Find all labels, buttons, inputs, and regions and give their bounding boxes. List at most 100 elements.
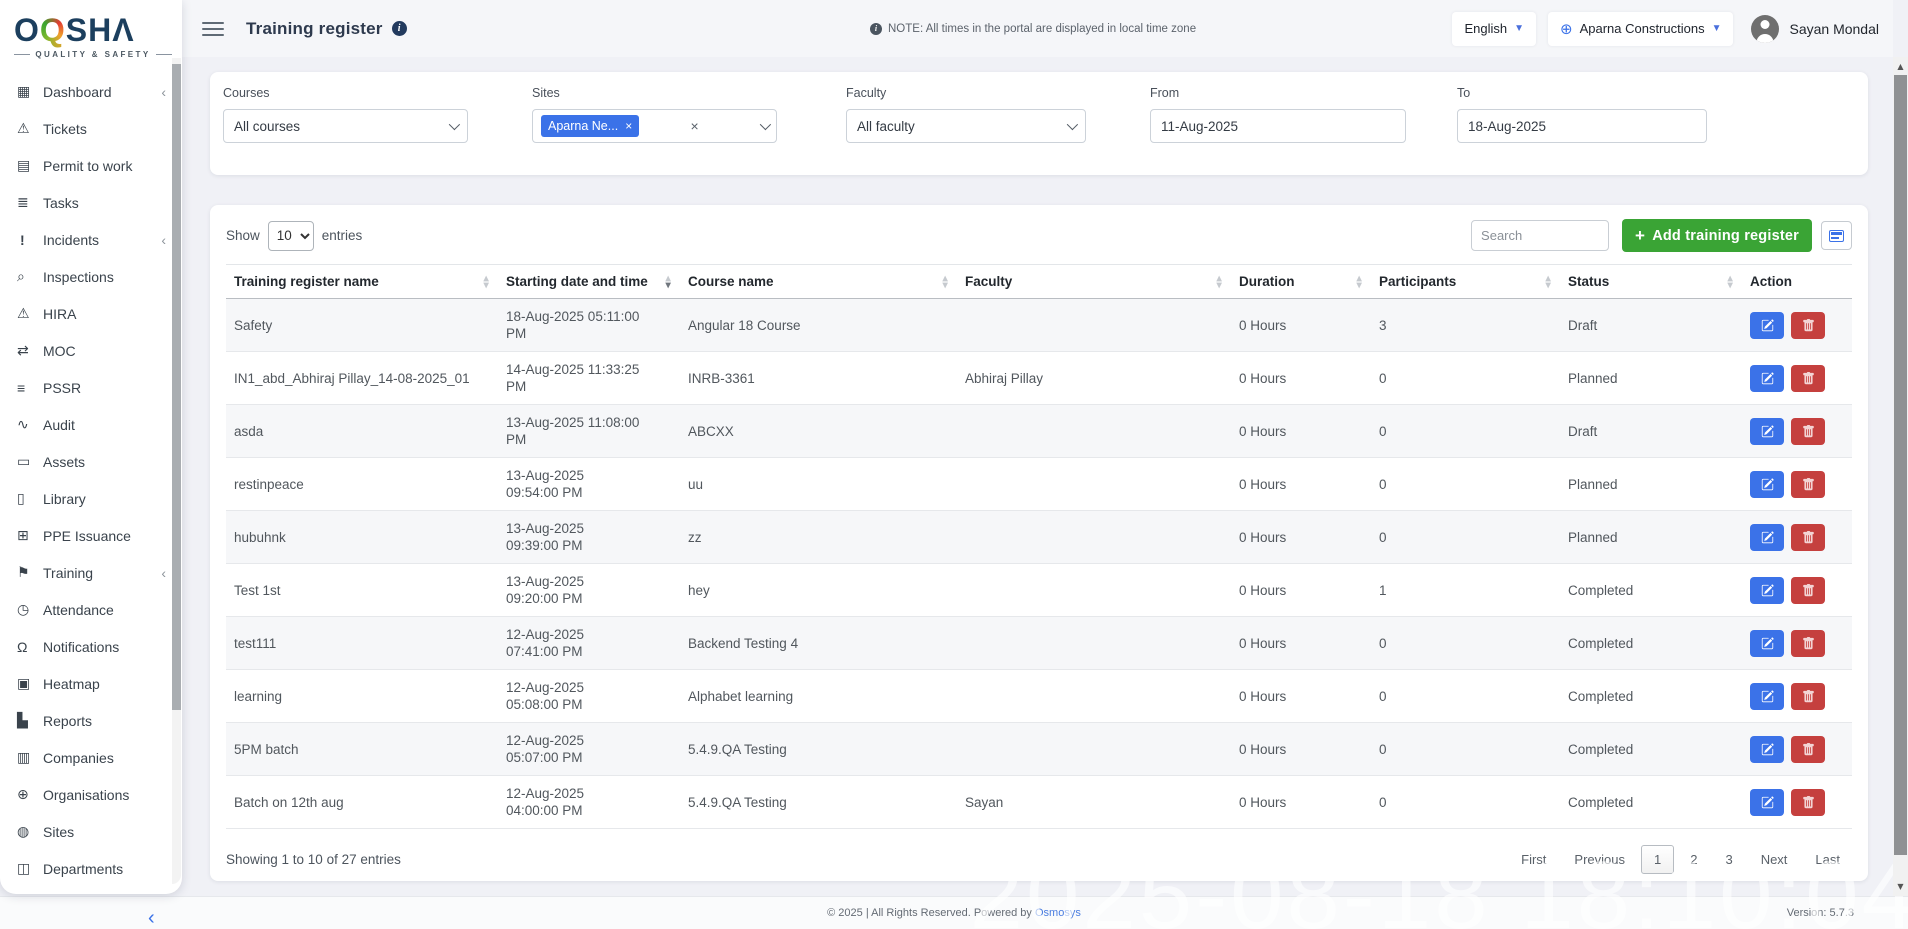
delete-button[interactable] bbox=[1791, 312, 1825, 339]
table-row[interactable]: learning 12-Aug-2025 05:08:00 PM Alphabe… bbox=[226, 670, 1852, 723]
sort-icon[interactable]: ▲▼ bbox=[1545, 275, 1551, 288]
page-scrollbar[interactable]: ▲ ▼ bbox=[1893, 57, 1908, 896]
cell-faculty bbox=[957, 564, 1231, 617]
sidebar-scrollbar-thumb[interactable] bbox=[172, 64, 181, 710]
menu-hamburger-icon[interactable] bbox=[202, 22, 224, 36]
sidebar-item-tasks[interactable]: ≣ Tasks ‹ bbox=[0, 184, 182, 221]
sidebar-item-inspections[interactable]: ⌕ Inspections ‹ bbox=[0, 258, 182, 295]
delete-button[interactable] bbox=[1791, 524, 1825, 551]
sidebar-item-attendance[interactable]: ◷ Attendance ‹ bbox=[0, 591, 182, 628]
sort-icon[interactable]: ▲▼ bbox=[942, 275, 948, 288]
edit-button[interactable] bbox=[1750, 630, 1784, 657]
cell-duration: 0 Hours bbox=[1231, 723, 1371, 776]
clear-selection-icon[interactable]: × bbox=[691, 118, 709, 134]
cell-actions bbox=[1742, 617, 1852, 670]
pagination-previous[interactable]: Previous bbox=[1562, 846, 1637, 873]
sidebar-item-incidents[interactable]: ! Incidents ‹ bbox=[0, 221, 182, 258]
courses-select[interactable]: All courses bbox=[223, 109, 468, 143]
language-selector[interactable]: English ▼ bbox=[1452, 12, 1536, 46]
table-row[interactable]: IN1_abd_Abhiraj Pillay_14-08-2025_01 14-… bbox=[226, 352, 1852, 405]
edit-button[interactable] bbox=[1750, 736, 1784, 763]
column-visibility-button[interactable] bbox=[1821, 221, 1852, 250]
to-date-input[interactable]: 18-Aug-2025 bbox=[1457, 109, 1707, 143]
cell-participants: 0 bbox=[1371, 511, 1560, 564]
delete-button[interactable] bbox=[1791, 418, 1825, 445]
sidebar-item-library[interactable]: ▯ Library ‹ bbox=[0, 480, 182, 517]
table-row[interactable]: test111 12-Aug-2025 07:41:00 PM Backend … bbox=[226, 617, 1852, 670]
sort-icon-active-desc[interactable]: ▲▼ bbox=[665, 275, 671, 288]
info-icon[interactable]: i bbox=[392, 21, 407, 36]
cell-faculty bbox=[957, 723, 1231, 776]
sidebar-item-assets[interactable]: ▭ Assets ‹ bbox=[0, 443, 182, 480]
sidebar-item-departments[interactable]: ◫ Departments ‹ bbox=[0, 850, 182, 887]
table-row[interactable]: 5PM batch 12-Aug-2025 05:07:00 PM 5.4.9.… bbox=[226, 723, 1852, 776]
sidebar-collapse-icon[interactable]: ‹ bbox=[148, 908, 155, 928]
sidebar-item-sites[interactable]: ◍ Sites ‹ bbox=[0, 813, 182, 850]
table-row[interactable]: Safety 18-Aug-2025 05:11:00 PM Angular 1… bbox=[226, 299, 1852, 352]
sidebar-item-heatmap[interactable]: ▣ Heatmap ‹ bbox=[0, 665, 182, 702]
sort-icon[interactable]: ▲▼ bbox=[1216, 275, 1222, 288]
search-input[interactable] bbox=[1471, 220, 1609, 251]
pagination-last[interactable]: Last bbox=[1803, 846, 1852, 873]
edit-button[interactable] bbox=[1750, 577, 1784, 604]
sidebar-item-organisations[interactable]: ⊕ Organisations ‹ bbox=[0, 776, 182, 813]
sidebar-item-moc[interactable]: ⇄ MOC ‹ bbox=[0, 332, 182, 369]
delete-button[interactable] bbox=[1791, 365, 1825, 392]
cell-faculty bbox=[957, 299, 1231, 352]
add-training-register-button[interactable]: + Add training register bbox=[1622, 219, 1812, 252]
pagination-page-1[interactable]: 1 bbox=[1641, 845, 1674, 874]
sidebar-scrollbar[interactable] bbox=[172, 58, 181, 884]
page-size-select[interactable]: 10 bbox=[268, 221, 314, 251]
sidebar-item-notifications[interactable]: Ω Notifications ‹ bbox=[0, 628, 182, 665]
delete-button[interactable] bbox=[1791, 789, 1825, 816]
edit-button[interactable] bbox=[1750, 789, 1784, 816]
osmosys-link[interactable]: Osmosys bbox=[1035, 907, 1081, 919]
organisation-selector[interactable]: ⊕ Aparna Constructions ▼ bbox=[1548, 12, 1734, 46]
from-date-input[interactable]: 11-Aug-2025 bbox=[1150, 109, 1406, 143]
edit-pencil-icon bbox=[1761, 743, 1774, 756]
sidebar-item-pssr[interactable]: ≡ PSSR ‹ bbox=[0, 369, 182, 406]
pagination-page-2[interactable]: 2 bbox=[1678, 846, 1709, 873]
faculty-select[interactable]: All faculty bbox=[846, 109, 1086, 143]
sort-icon[interactable]: ▲▼ bbox=[1356, 275, 1362, 288]
pagination-first[interactable]: First bbox=[1509, 846, 1558, 873]
sites-multiselect[interactable]: Aparna Ne... × × bbox=[532, 109, 777, 143]
sidebar-item-permit-to-work[interactable]: ▤ Permit to work ‹ bbox=[0, 147, 182, 184]
chip-remove-icon[interactable]: × bbox=[625, 121, 632, 131]
table-row[interactable]: asda 13-Aug-2025 11:08:00 PM ABCXX 0 Hou… bbox=[226, 405, 1852, 458]
table-row[interactable]: Test 1st 13-Aug-2025 09:20:00 PM hey 0 H… bbox=[226, 564, 1852, 617]
delete-button[interactable] bbox=[1791, 630, 1825, 657]
edit-button[interactable] bbox=[1750, 683, 1784, 710]
sidebar-item-dashboard[interactable]: ▦ Dashboard ‹ bbox=[0, 73, 182, 110]
user-menu[interactable]: Sayan Mondal bbox=[1751, 15, 1879, 43]
sidebar-item-reports[interactable]: ▙ Reports ‹ bbox=[0, 702, 182, 739]
pagination-page-3[interactable]: 3 bbox=[1713, 846, 1744, 873]
edit-button[interactable] bbox=[1750, 418, 1784, 445]
edit-button[interactable] bbox=[1750, 365, 1784, 392]
scroll-down-arrow-icon[interactable]: ▼ bbox=[1893, 879, 1908, 894]
table-row[interactable]: Batch on 12th aug 12-Aug-2025 04:00:00 P… bbox=[226, 776, 1852, 829]
delete-button[interactable] bbox=[1791, 736, 1825, 763]
sidebar-item-audit[interactable]: ∿ Audit ‹ bbox=[0, 406, 182, 443]
edit-button[interactable] bbox=[1750, 312, 1784, 339]
sidebar-item-hira[interactable]: ⚠ HIRA ‹ bbox=[0, 295, 182, 332]
sidebar-item-training[interactable]: ⚑ Training ‹ bbox=[0, 554, 182, 591]
sort-icon[interactable]: ▲▼ bbox=[1727, 275, 1733, 288]
table-row[interactable]: restinpeace 13-Aug-2025 09:54:00 PM uu 0… bbox=[226, 458, 1852, 511]
scroll-up-arrow-icon[interactable]: ▲ bbox=[1893, 59, 1908, 74]
sidebar-item-companies[interactable]: ▥ Companies ‹ bbox=[0, 739, 182, 776]
delete-button[interactable] bbox=[1791, 577, 1825, 604]
edit-button[interactable] bbox=[1750, 524, 1784, 551]
table-row[interactable]: hubuhnk 13-Aug-2025 09:39:00 PM zz 0 Hou… bbox=[226, 511, 1852, 564]
sidebar-item-ppe-issuance[interactable]: ⊞ PPE Issuance ‹ bbox=[0, 517, 182, 554]
delete-button[interactable] bbox=[1791, 683, 1825, 710]
page-scrollbar-thumb[interactable] bbox=[1894, 75, 1907, 855]
edit-button[interactable] bbox=[1750, 471, 1784, 498]
chevron-left-icon: ‹ bbox=[161, 566, 166, 580]
col-course-name: Course name▲▼ bbox=[680, 265, 957, 299]
swap-arrows-icon: ⇄ bbox=[17, 342, 43, 359]
sidebar-item-tickets[interactable]: ⚠ Tickets ‹ bbox=[0, 110, 182, 147]
sort-icon[interactable]: ▲▼ bbox=[483, 275, 489, 288]
pagination-next[interactable]: Next bbox=[1749, 846, 1800, 873]
delete-button[interactable] bbox=[1791, 471, 1825, 498]
